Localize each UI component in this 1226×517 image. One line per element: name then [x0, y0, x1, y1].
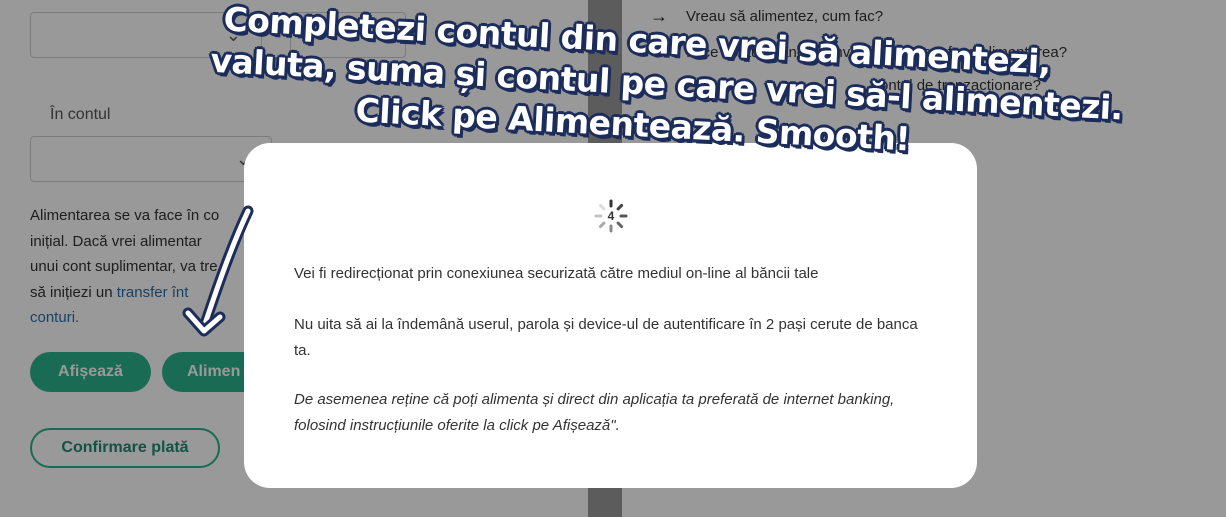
alternative-message: De asemenea reține că poți alimenta și d…: [294, 391, 895, 434]
loading-spinner-icon: 4: [593, 198, 629, 234]
reminder-message: Nu uita să ai la îndemână userul, parola…: [294, 316, 918, 359]
pointer-arrow-icon: [182, 205, 254, 337]
countdown-number: 4: [607, 209, 615, 223]
redirect-message: Vei fi redirecționat prin conexiunea sec…: [294, 265, 819, 282]
redirect-modal: 4 Vei fi redirecționat prin conexiunea s…: [244, 143, 977, 488]
